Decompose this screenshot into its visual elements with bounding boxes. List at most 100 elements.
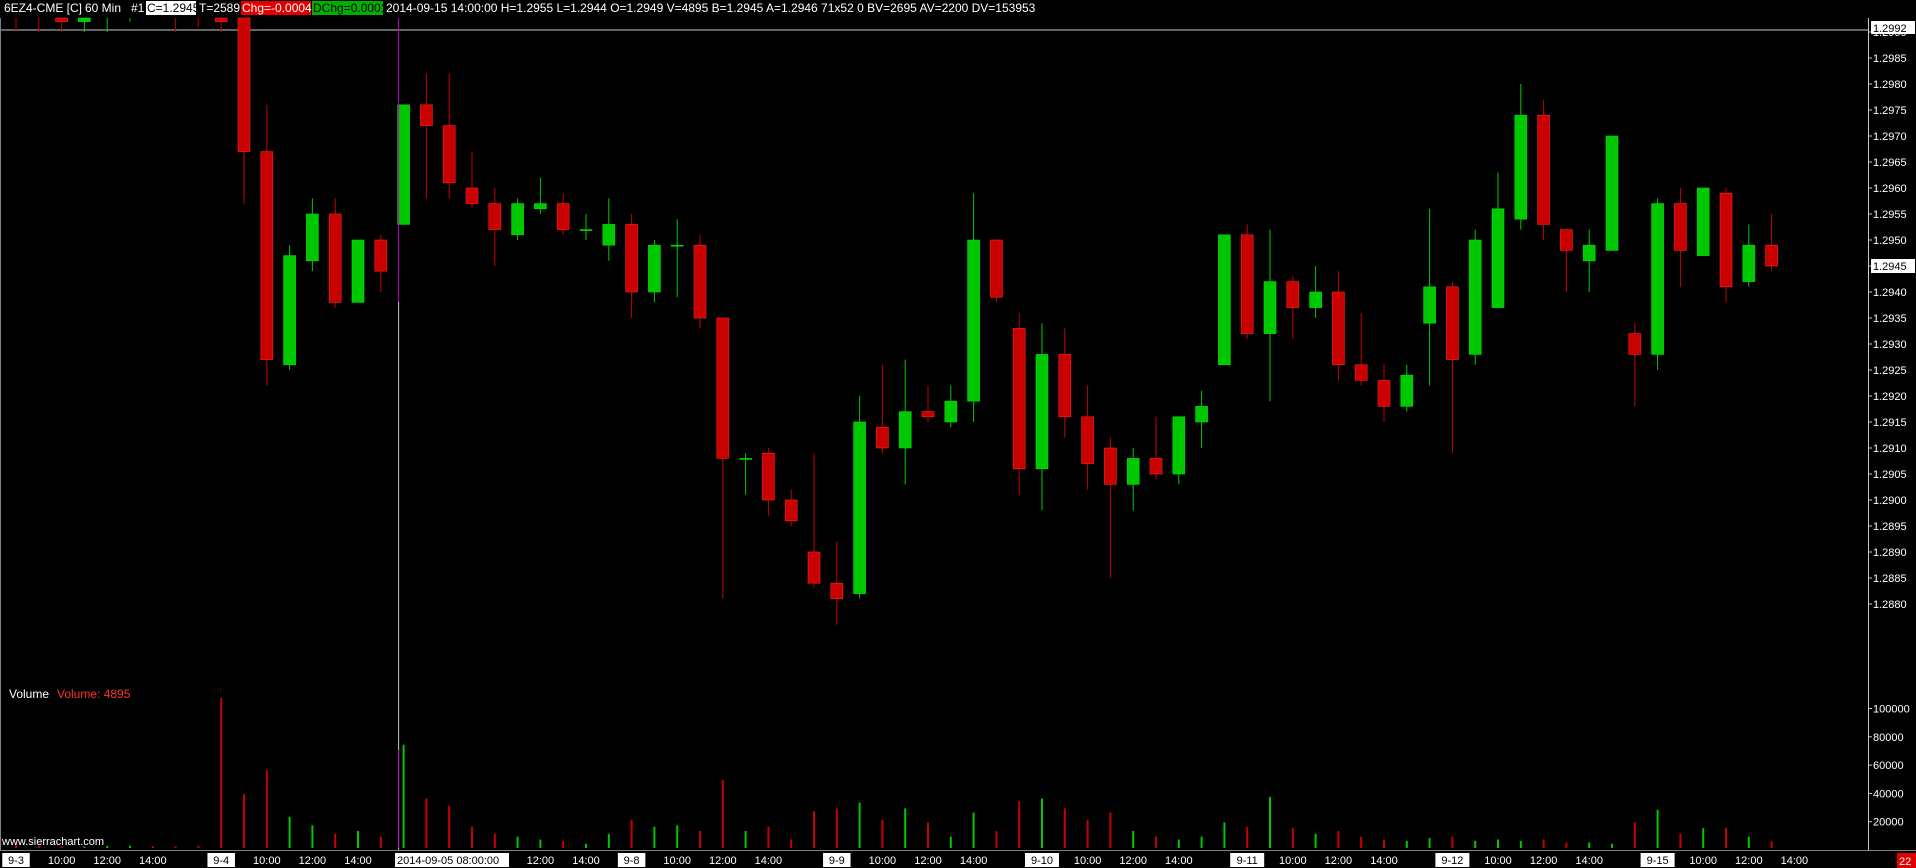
candle-body (237, 17, 251, 152)
time-label: 10:00 (869, 855, 897, 867)
candle (648, 240, 661, 303)
candle-body (762, 452, 775, 501)
candle (1035, 323, 1049, 511)
candle-body (967, 239, 980, 402)
candle (374, 234, 388, 292)
candle (1218, 234, 1231, 366)
candle (602, 198, 616, 261)
candle (967, 193, 980, 422)
candle-body (876, 426, 889, 449)
interval-label: 60 Min (85, 1, 121, 15)
time-label: 14:00 (1165, 855, 1193, 867)
candle (1240, 224, 1254, 339)
candle-body (1081, 416, 1094, 464)
volume-value-label: Volume: 4895 (57, 687, 131, 701)
dchg-box: DChg=0.0001 (313, 1, 388, 15)
candle-body (1491, 208, 1505, 308)
candle-body (944, 400, 958, 423)
time-label: 12:00 (1735, 855, 1763, 867)
candle-body (1240, 234, 1254, 334)
candle (1354, 312, 1368, 386)
candle (1765, 214, 1778, 272)
date-label: 9-8 (624, 855, 640, 867)
date-label: 9-3 (8, 855, 24, 867)
time-label: 10:00 (253, 855, 281, 867)
candle (1263, 229, 1277, 402)
candle-body (1104, 447, 1117, 485)
price-tick-label: 1.2890 (1873, 547, 1907, 559)
price-tick-label: 1.2970 (1873, 131, 1907, 143)
candle (351, 239, 365, 303)
candle (990, 239, 1003, 303)
time-label: 10:00 (1484, 855, 1512, 867)
candle (1423, 208, 1436, 386)
time-label: 12:00 (527, 855, 555, 867)
candle (328, 198, 342, 308)
candle-body (1742, 244, 1756, 282)
candle (237, 17, 251, 204)
candle-body (853, 421, 866, 594)
candle (1582, 229, 1596, 292)
candle (1696, 187, 1710, 256)
candle (1172, 416, 1186, 485)
candle-body (1674, 203, 1687, 251)
candle (921, 385, 935, 422)
price-tick-label: 1.2895 (1873, 521, 1907, 533)
price-tick-label: 1.2905 (1873, 469, 1907, 481)
candle (397, 104, 410, 225)
time-label: 14:00 (572, 855, 600, 867)
candle (1605, 135, 1619, 251)
candle (1537, 99, 1550, 240)
candle-body (1195, 406, 1208, 423)
candle-body (1765, 244, 1778, 267)
candle-body (1582, 244, 1596, 262)
time-label: 10:00 (663, 855, 691, 867)
candle (876, 364, 889, 454)
price-axis: 1.29901.29851.29801.29751.29701.29651.29… (1868, 27, 1907, 611)
candle (442, 73, 456, 199)
candle-body (1400, 374, 1414, 407)
time-label: 12:00 (1119, 855, 1147, 867)
date-label: 9-4 (213, 855, 229, 867)
candle (511, 198, 524, 240)
candle (283, 245, 296, 370)
price-tick-label: 1.2925 (1873, 365, 1907, 377)
candle-body (1468, 239, 1482, 355)
candle-body (420, 104, 433, 126)
candle-body (1218, 234, 1231, 366)
candle-body (625, 224, 638, 293)
candle-body (260, 151, 274, 360)
candle-body (898, 411, 912, 449)
time-label: 10:00 (48, 855, 76, 867)
candle-body (1560, 229, 1573, 251)
candle (1377, 364, 1391, 422)
candle (784, 489, 798, 526)
chg-box: Chg=-0.0004 (242, 1, 312, 15)
date-label: 9-10 (1031, 855, 1053, 867)
candle (420, 73, 433, 199)
time-label: 12:00 (914, 855, 942, 867)
candle (1149, 416, 1163, 480)
candle-body (807, 551, 821, 584)
date-label: 9-15 (1647, 855, 1669, 867)
candle (1491, 172, 1505, 308)
volume-axis: 100000 80000 60000 40000 20000 (1868, 703, 1910, 829)
top-price-label: 1.2992 (1873, 23, 1907, 35)
candle-body (1172, 416, 1186, 475)
time-label: 14:00 (755, 855, 783, 867)
candle-body (1696, 187, 1710, 256)
candle (670, 219, 684, 298)
price-chart[interactable]: 1.29901.29851.29801.29751.29701.29651.29… (0, 0, 1916, 868)
candle (1012, 312, 1026, 495)
candle (1628, 323, 1642, 407)
candle (465, 151, 479, 209)
price-tick-label: 1.2965 (1873, 157, 1907, 169)
price-tick-label: 1.2955 (1873, 209, 1907, 221)
candle-body (830, 582, 844, 600)
date-label: 9-11 (1237, 855, 1258, 867)
price-tick-label: 1.2900 (1873, 495, 1907, 507)
candle (1674, 188, 1687, 287)
candle-body (1628, 333, 1642, 355)
price-tick-label: 1.2930 (1873, 339, 1907, 351)
candle-body (214, 17, 228, 22)
